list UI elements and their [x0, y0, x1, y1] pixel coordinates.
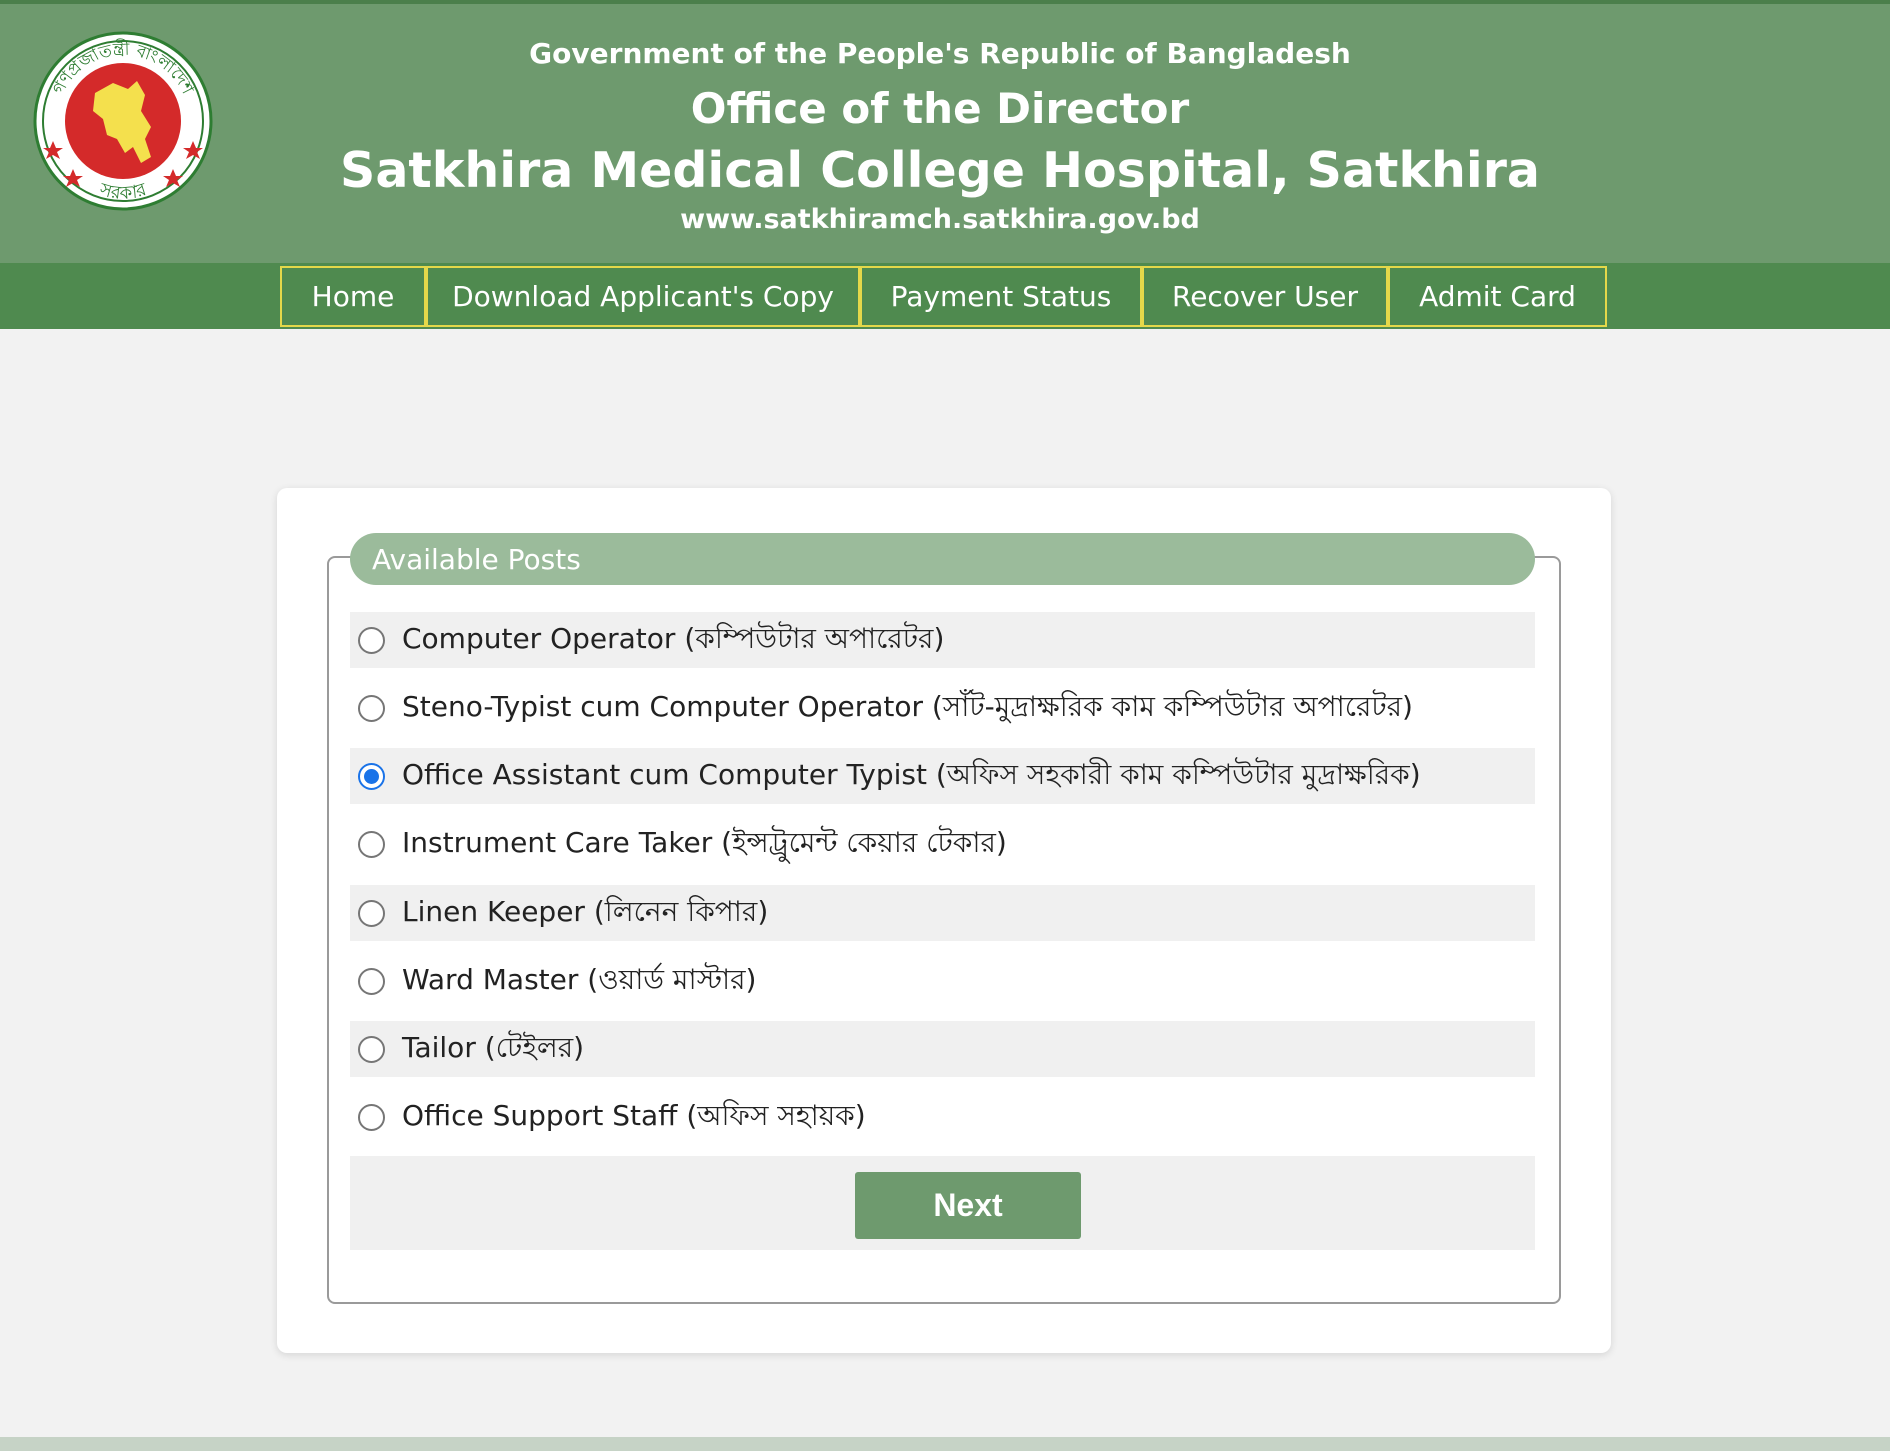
hospital-title: Satkhira Medical College Hospital, Satkh…	[340, 142, 1540, 199]
form-actions: Next	[350, 1156, 1535, 1250]
post-option-label: Computer Operator (কম্পিউটার অপারেটর)	[402, 621, 945, 655]
post-option-label: Ward Master (ওয়ার্ড মাস্টার)	[402, 962, 757, 996]
bangladesh-government-emblem-icon: গণপ্রজাতন্ত্রী বাংলাদেশ সরকার	[33, 31, 213, 211]
post-option-linen-keeper[interactable]: Linen Keeper (লিনেন কিপার)	[350, 885, 1535, 941]
post-option-label: Office Assistant cum Computer Typist (অফ…	[402, 757, 1421, 791]
post-option-office-support-staff[interactable]: Office Support Staff (অফিস সহায়ক)	[350, 1089, 1535, 1145]
nav-payment-status[interactable]: Payment Status	[860, 266, 1142, 327]
radio-button[interactable]	[358, 762, 385, 790]
government-title: Government of the People's Republic of B…	[529, 37, 1351, 70]
nav-download-applicant-copy[interactable]: Download Applicant's Copy	[426, 266, 860, 327]
radio-button[interactable]	[358, 1103, 385, 1131]
nav-recover-user[interactable]: Recover User	[1142, 266, 1388, 327]
footer-strip	[0, 1437, 1890, 1451]
radio-button[interactable]	[358, 899, 385, 927]
available-posts-legend: Available Posts	[350, 533, 1535, 585]
post-option-tailor[interactable]: Tailor (টেইলর)	[350, 1021, 1535, 1077]
post-option-label: Steno-Typist cum Computer Operator (সাঁট…	[402, 689, 1413, 723]
next-button[interactable]: Next	[855, 1172, 1081, 1239]
post-option-office-assistant[interactable]: Office Assistant cum Computer Typist (অফ…	[350, 748, 1535, 804]
radio-button[interactable]	[358, 626, 385, 654]
radio-button[interactable]	[358, 1035, 385, 1063]
nav-admit-card[interactable]: Admit Card	[1388, 266, 1607, 327]
radio-button[interactable]	[358, 830, 385, 858]
post-option-computer-operator[interactable]: Computer Operator (কম্পিউটার অপারেটর)	[350, 612, 1535, 668]
post-option-label: Instrument Care Taker (ইন্সট্রুমেন্ট কেয…	[402, 825, 1007, 859]
radio-button[interactable]	[358, 967, 385, 995]
main-nav: Home Download Applicant's Copy Payment S…	[0, 263, 1890, 329]
site-header: গণপ্রজাতন্ত্রী বাংলাদেশ সরকার Government…	[0, 0, 1890, 263]
post-option-label: Tailor (টেইলর)	[402, 1030, 585, 1064]
post-option-label: Office Support Staff (অফিস সহায়ক)	[402, 1098, 866, 1132]
post-option-label: Linen Keeper (লিনেন কিপার)	[402, 894, 769, 928]
website-url: www.satkhiramch.satkhira.gov.bd	[680, 204, 1200, 235]
post-selection-card: Available Posts Computer Operator (কম্পি…	[277, 488, 1611, 1353]
office-title: Office of the Director	[690, 84, 1190, 133]
post-option-ward-master[interactable]: Ward Master (ওয়ার্ড মাস্টার)	[350, 953, 1535, 1009]
post-option-steno-typist[interactable]: Steno-Typist cum Computer Operator (সাঁট…	[350, 680, 1535, 736]
radio-button[interactable]	[358, 694, 385, 722]
post-option-instrument-care-taker[interactable]: Instrument Care Taker (ইন্সট্রুমেন্ট কেয…	[350, 816, 1535, 872]
nav-home[interactable]: Home	[280, 266, 426, 327]
